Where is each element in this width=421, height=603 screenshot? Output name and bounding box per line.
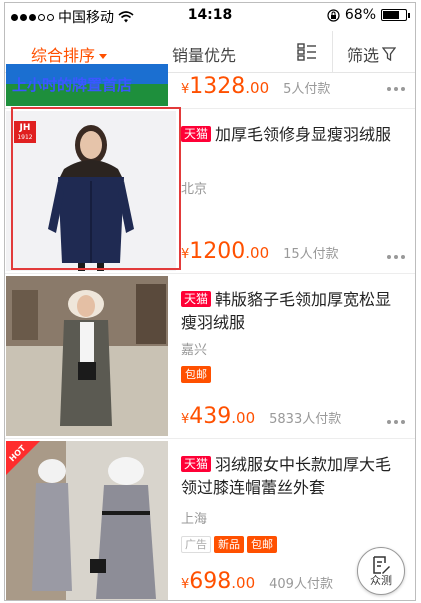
public-test-label: 众测 bbox=[370, 574, 392, 587]
product-item[interactable]: 天猫 韩版貉子毛领加厚宽松显瘦羽绒服 嘉兴 包邮 ¥ 439 .00 5833人付… bbox=[5, 274, 415, 439]
product-title: 天猫 羽绒服女中长款加厚大毛领过膝连帽蕾丝外套 bbox=[181, 453, 405, 499]
product-info: 天猫 加厚毛领修身显瘦羽绒服 北京 ¥ 1200 .00 15人付款 bbox=[181, 123, 405, 273]
divider bbox=[332, 31, 333, 73]
currency-symbol: ¥ bbox=[181, 412, 190, 427]
new-tag: 新品 bbox=[214, 536, 244, 553]
location: 北京 bbox=[181, 182, 208, 197]
product-title-text: 加厚毛领修身显瘦羽绒服 bbox=[215, 125, 392, 144]
free-shipping-tag: 包邮 bbox=[181, 366, 211, 383]
product-title: 天猫 韩版貉子毛领加厚宽松显瘦羽绒服 bbox=[181, 288, 405, 334]
coat-photo bbox=[6, 276, 168, 436]
filter-button[interactable]: 筛选 bbox=[347, 42, 397, 66]
price-row: ¥ 439 .00 5833人付款 bbox=[181, 404, 405, 429]
sold-count: 15人付款 bbox=[283, 247, 339, 262]
price-decimal: .00 bbox=[245, 244, 270, 262]
battery-percent: 68% bbox=[344, 7, 376, 23]
currency-symbol: ¥ bbox=[181, 82, 190, 97]
sold-count: 5人付款 bbox=[283, 82, 331, 97]
grid-toggle-icon[interactable] bbox=[297, 43, 317, 61]
filter-label: 筛选 bbox=[347, 46, 380, 65]
currency-symbol: ¥ bbox=[181, 577, 190, 592]
tag-row: 广告 新品 包邮 bbox=[181, 533, 280, 553]
product-title-text: 羽绒服女中长款加厚大毛领过膝连帽蕾丝外套 bbox=[181, 455, 392, 497]
battery-icon bbox=[381, 9, 410, 21]
product-image: 上小时的牌置首店 bbox=[6, 64, 168, 106]
price-decimal: .00 bbox=[231, 409, 256, 427]
free-shipping-tag: 包邮 bbox=[247, 536, 277, 553]
price-decimal: .00 bbox=[245, 79, 270, 97]
product-title-text: 韩版貉子毛领加厚宽松显瘦羽绒服 bbox=[181, 290, 392, 332]
tmall-badge: 天猫 bbox=[181, 456, 212, 472]
price-row: ¥ 1328 .00 5人付款 bbox=[181, 74, 405, 99]
price: 1200 bbox=[189, 239, 246, 264]
product-info: 天猫 韩版貉子毛领加厚宽松显瘦羽绒服 嘉兴 包邮 ¥ 439 .00 5833人付… bbox=[181, 288, 405, 438]
price: 439 bbox=[189, 404, 232, 429]
sort-tab-overall-label: 综合排序 bbox=[31, 46, 96, 65]
product-item[interactable]: 上小时的牌置首店 ¥ 1328 .00 5人付款 bbox=[5, 64, 415, 109]
location: 嘉兴 bbox=[181, 343, 208, 358]
price-decimal: .00 bbox=[231, 574, 256, 592]
more-icon[interactable] bbox=[387, 255, 405, 259]
ad-tag: 广告 bbox=[181, 536, 211, 553]
tmall-badge: 天猫 bbox=[181, 126, 212, 142]
funnel-icon bbox=[382, 47, 397, 61]
more-icon[interactable] bbox=[387, 420, 405, 424]
sold-count: 5833人付款 bbox=[269, 412, 342, 427]
tag-row: 包邮 bbox=[181, 363, 214, 383]
price-row: ¥ 1200 .00 15人付款 bbox=[181, 239, 405, 264]
status-bar: 中国移动 14:18 68% bbox=[5, 3, 415, 29]
battery-group: 68% bbox=[327, 7, 410, 23]
product-image: HOT bbox=[6, 441, 168, 600]
caret-down-icon bbox=[99, 54, 108, 59]
selection-highlight bbox=[11, 107, 181, 270]
tmall-badge: 天猫 bbox=[181, 291, 212, 307]
sort-tab-sales[interactable]: 销量优先 bbox=[172, 42, 236, 66]
currency-symbol: ¥ bbox=[181, 247, 190, 262]
banner-text: 上小时的牌置首店 bbox=[12, 76, 133, 94]
app-screen: 中国移动 14:18 68% 综合排序 销量优先 筛选 上小时的牌置首店 ¥ 1… bbox=[4, 2, 416, 601]
location: 上海 bbox=[181, 512, 208, 527]
product-title: 天猫 加厚毛领修身显瘦羽绒服 bbox=[181, 123, 405, 146]
product-item[interactable]: HOT 天猫 羽绒服女中长款加厚大毛领过膝连帽蕾丝外套 上海 广告 新品 包邮 ¥ 6… bbox=[5, 439, 415, 600]
product-image bbox=[6, 276, 168, 436]
price: 1328 bbox=[189, 74, 246, 99]
product-info: ¥ 1328 .00 5人付款 bbox=[181, 74, 405, 104]
more-icon[interactable] bbox=[387, 87, 405, 91]
sold-count: 409人付款 bbox=[269, 577, 333, 592]
public-test-button[interactable]: 众测 bbox=[357, 547, 405, 595]
price: 698 bbox=[189, 569, 232, 594]
sort-tab-overall[interactable]: 综合排序 bbox=[31, 42, 108, 66]
rotation-lock-icon bbox=[327, 8, 340, 22]
